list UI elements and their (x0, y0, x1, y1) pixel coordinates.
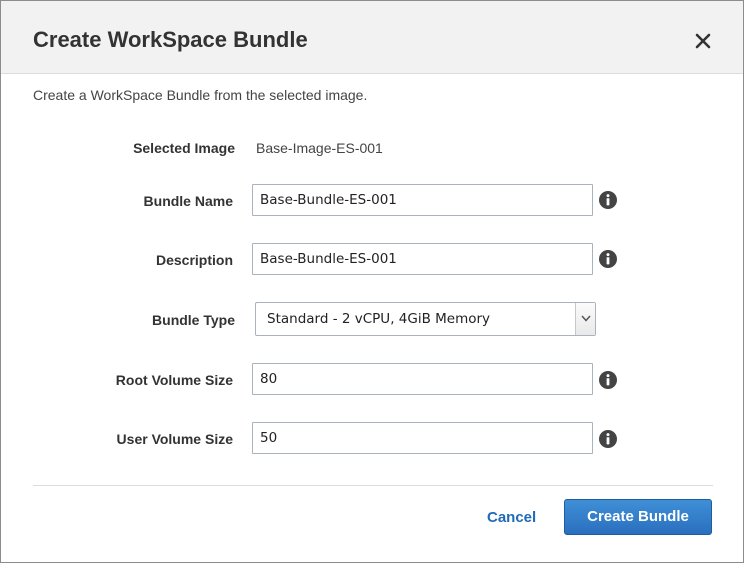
bundle-type-label: Bundle Type (152, 312, 235, 328)
selected-image-label: Selected Image (133, 140, 235, 156)
footer-divider (33, 485, 713, 486)
root-volume-size-label: Root Volume Size (115, 372, 233, 388)
user-volume-size-field[interactable] (252, 422, 593, 454)
chevron-down-icon[interactable] (575, 303, 595, 335)
description-field[interactable] (252, 243, 593, 275)
bundle-name-field[interactable] (252, 184, 593, 216)
bundle-type-selected-value: Standard - 2 vCPU, 4GiB Memory (267, 311, 491, 327)
bundle-name-info-icon[interactable] (599, 191, 617, 209)
cancel-button[interactable]: Cancel (487, 509, 536, 526)
root-volume-info-icon[interactable] (599, 371, 617, 389)
description-label: Description (155, 252, 233, 268)
user-volume-info-icon[interactable] (599, 430, 617, 448)
bundle-type-select[interactable]: Standard - 2 vCPU, 4GiB Memory (255, 302, 596, 336)
description-info-icon[interactable] (599, 250, 617, 268)
dialog-intro: Create a WorkSpace Bundle from the selec… (33, 87, 368, 103)
create-bundle-dialog: Create WorkSpace Bundle Create a WorkSpa… (0, 0, 744, 563)
bundle-name-label: Bundle Name (143, 193, 233, 209)
root-volume-size-field[interactable] (252, 363, 593, 395)
dialog-title: Create WorkSpace Bundle (33, 27, 308, 52)
create-bundle-button[interactable]: Create Bundle (564, 499, 712, 535)
user-volume-size-label: User Volume Size (116, 431, 233, 447)
dialog-header: Create WorkSpace Bundle (1, 1, 743, 74)
selected-image-value: Base-Image-ES-001 (256, 140, 383, 156)
close-icon[interactable] (691, 29, 715, 53)
